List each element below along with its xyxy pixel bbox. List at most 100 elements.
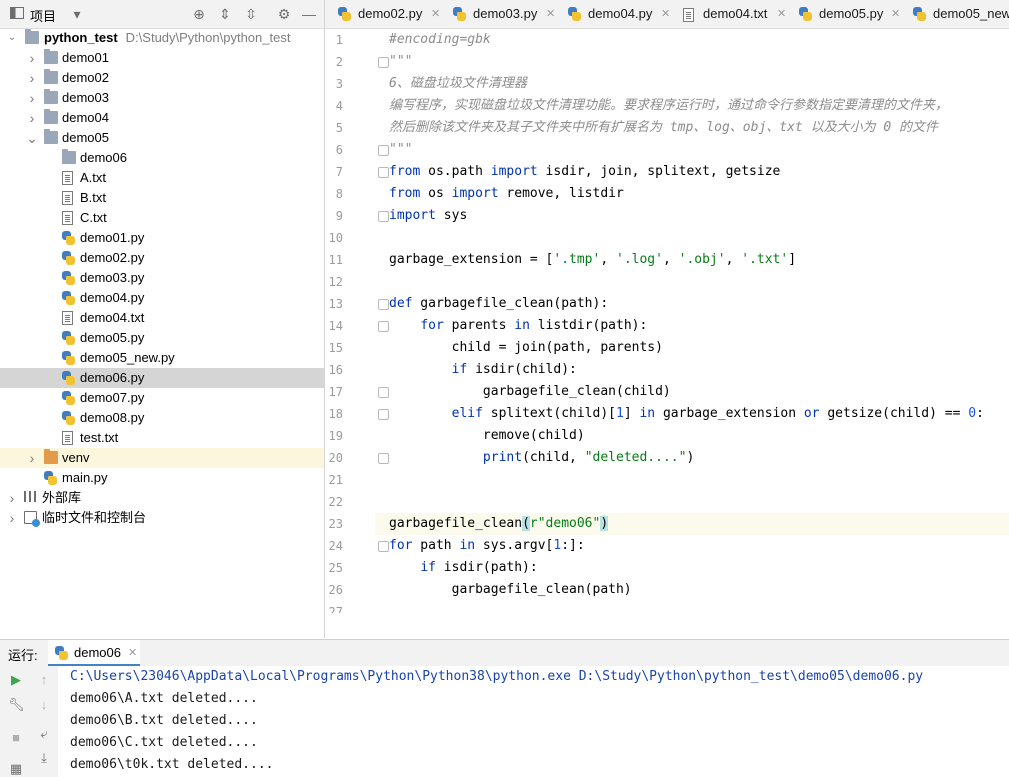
tree-item-label: demo04.txt: [80, 310, 145, 325]
tree-item[interactable]: demo08.py: [0, 408, 324, 428]
tree-root-python-test[interactable]: ⌄ python_test D:\Study\Python\python_test: [0, 28, 324, 48]
close-icon[interactable]: ✕: [128, 646, 137, 659]
tree-item-label: demo08.py: [80, 410, 145, 425]
chevron-right-icon[interactable]: ›: [26, 108, 38, 128]
python-file-icon: [62, 231, 75, 245]
folder-icon: [44, 49, 58, 64]
chevron-down-icon[interactable]: ▾: [68, 5, 86, 23]
editor-tab[interactable]: demo05_new.py: [905, 0, 1009, 28]
close-icon[interactable]: ✕: [661, 0, 670, 28]
python-file-icon: [44, 471, 57, 485]
chevron-right-icon[interactable]: ›: [26, 88, 38, 108]
tree-item[interactable]: demo02.py: [0, 248, 324, 268]
editor-tab[interactable]: demo04.txt ✕: [675, 0, 791, 28]
python-file-icon: [62, 411, 75, 425]
stop-icon[interactable]: ■: [8, 730, 24, 746]
text-file-icon: [62, 191, 73, 205]
close-icon[interactable]: ✕: [891, 0, 900, 28]
tree-item[interactable]: › 外部库: [0, 488, 324, 508]
text-file-icon: [62, 171, 73, 185]
run-tab-demo06[interactable]: demo06 ✕: [48, 640, 140, 666]
chevron-right-icon[interactable]: ›: [26, 48, 38, 68]
tree-item-label: demo07.py: [80, 390, 145, 405]
tree-item-label: demo03.py: [80, 270, 145, 285]
expand-all-icon[interactable]: ⇕: [216, 5, 234, 23]
text-file-icon: [62, 431, 73, 445]
up-arrow-icon[interactable]: ↑: [36, 672, 52, 688]
scroll-to-end-icon[interactable]: ⤓: [36, 750, 52, 766]
tree-item[interactable]: demo04.txt: [0, 308, 324, 328]
folder-icon: [44, 89, 58, 104]
chevron-right-icon[interactable]: ›: [6, 508, 18, 528]
chevron-down-icon[interactable]: ⌄: [6, 28, 18, 48]
tree-item[interactable]: › demo04: [0, 108, 324, 128]
run-toolbar: ▶ ↑ 🔧︎ ↓ ■ ⤶ ⤓ ▦: [0, 666, 59, 777]
folder-icon: [62, 149, 76, 164]
hide-icon[interactable]: —: [300, 5, 318, 23]
down-arrow-icon[interactable]: ↓: [36, 697, 52, 713]
tree-item[interactable]: › demo02: [0, 68, 324, 88]
project-panel: 项目 ▾ ⊕ ⇕ ⇳ ⚙ — ⌄ python_test D:\Study\Pyt…: [0, 0, 325, 638]
tree-item[interactable]: ⌄ demo05: [0, 128, 324, 148]
code-editor[interactable]: [325, 29, 1009, 613]
editor-tab[interactable]: demo02.py ✕: [330, 0, 445, 28]
tree-item[interactable]: demo05.py: [0, 328, 324, 348]
folder-icon: [44, 109, 58, 124]
tree-item[interactable]: › venv: [0, 448, 324, 468]
tree-item-label: test.txt: [80, 430, 119, 445]
tree-item-label: demo06: [80, 150, 127, 165]
run-tab-label: demo06: [74, 645, 121, 660]
folder-icon: [44, 69, 58, 84]
tree-item[interactable]: demo03.py: [0, 268, 324, 288]
tree-item[interactable]: › 临时文件和控制台: [0, 508, 324, 528]
tree-item[interactable]: demo04.py: [0, 288, 324, 308]
chevron-down-icon[interactable]: ⌄: [26, 128, 38, 148]
soft-wrap-icon[interactable]: ⤶: [36, 726, 52, 742]
chevron-right-icon[interactable]: ›: [26, 68, 38, 88]
rerun-icon[interactable]: ▶: [8, 672, 24, 688]
console-line: C:\Users\23046\AppData\Local\Programs\Py…: [70, 669, 924, 684]
tree-item-label: 外部库: [42, 490, 82, 505]
tree-item[interactable]: demo07.py: [0, 388, 324, 408]
editor-tab[interactable]: demo03.py ✕: [445, 0, 560, 28]
tree-item[interactable]: C.txt: [0, 208, 324, 228]
tree-item[interactable]: main.py: [0, 468, 324, 488]
crosshair-icon[interactable]: ⊕: [190, 5, 208, 23]
console-line: demo06\A.txt deleted....: [70, 691, 258, 706]
tree-item[interactable]: B.txt: [0, 188, 324, 208]
editor-tab[interactable]: demo04.py ✕: [560, 0, 675, 28]
tree-item[interactable]: › demo03: [0, 88, 324, 108]
folder-icon: [44, 449, 58, 464]
chevron-right-icon[interactable]: ›: [6, 488, 18, 508]
close-icon[interactable]: ✕: [431, 0, 440, 28]
library-icon: [24, 491, 36, 502]
tree-item-label: demo05.py: [80, 330, 145, 345]
editor-tab[interactable]: demo05.py ✕: [791, 0, 905, 28]
editor-tab-label: demo02.py: [358, 6, 423, 21]
run-console-output[interactable]: C:\Users\23046\AppData\Local\Programs\Py…: [58, 666, 1009, 777]
tree-item[interactable]: demo06.py: [0, 368, 324, 388]
tree-item[interactable]: demo05_new.py: [0, 348, 324, 368]
tree-item[interactable]: test.txt: [0, 428, 324, 448]
tree-item-label: 临时文件和控制台: [42, 510, 147, 525]
tree-item[interactable]: demo01.py: [0, 228, 324, 248]
wrench-icon[interactable]: 🔧︎: [8, 697, 25, 713]
python-file-icon: [62, 371, 75, 385]
project-panel-title[interactable]: 项目: [30, 6, 56, 25]
close-icon[interactable]: ✕: [546, 0, 555, 28]
tree-item[interactable]: demo06: [0, 148, 324, 168]
tree-item-label: demo02.py: [80, 250, 145, 265]
layout-icon[interactable]: ▦: [8, 761, 24, 777]
folder-icon: [44, 129, 58, 144]
editor-tab-label: demo03.py: [473, 6, 538, 21]
close-icon[interactable]: ✕: [777, 0, 786, 28]
tree-item-label: demo05: [62, 130, 109, 145]
tree-item[interactable]: › demo01: [0, 48, 324, 68]
collapse-all-icon[interactable]: ⇳: [242, 5, 260, 23]
python-file-icon: [62, 251, 75, 265]
tree-item-label: demo05_new.py: [80, 350, 175, 365]
python-file-icon: [338, 7, 351, 21]
tree-item[interactable]: A.txt: [0, 168, 324, 188]
gear-icon[interactable]: ⚙: [275, 5, 293, 23]
chevron-right-icon[interactable]: ›: [26, 448, 38, 468]
